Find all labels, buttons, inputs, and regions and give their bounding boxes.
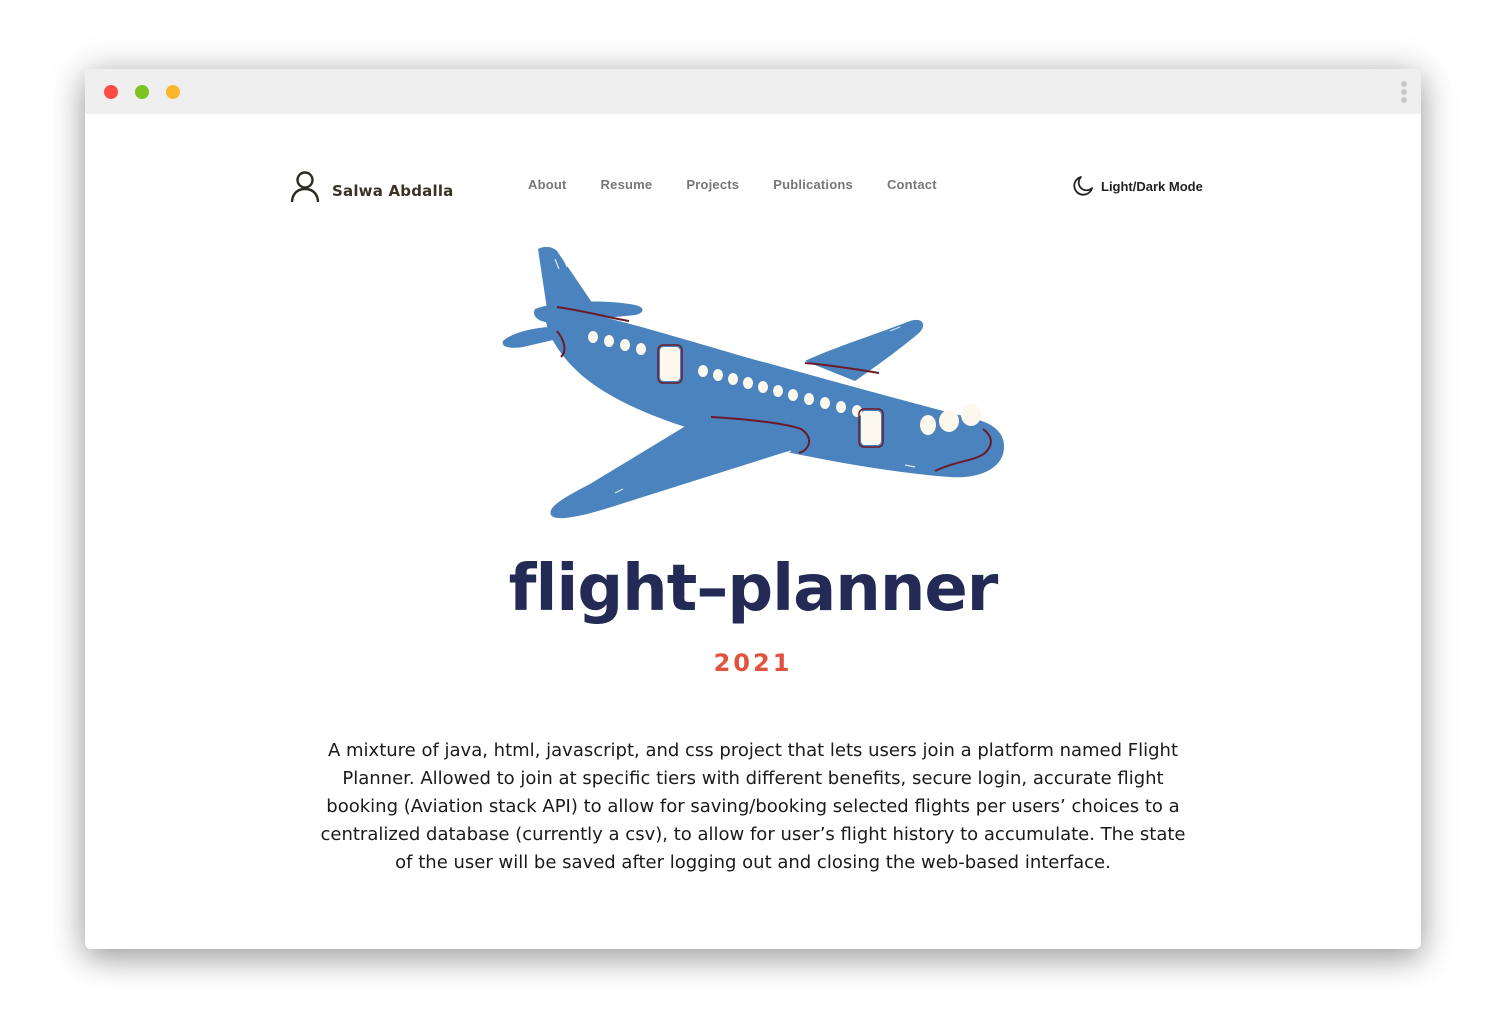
user-icon bbox=[290, 171, 320, 202]
nav-item-contact[interactable]: Contact bbox=[887, 177, 937, 192]
nav-item-projects[interactable]: Projects bbox=[686, 177, 739, 192]
brand-link[interactable]: Salwa Abdalla bbox=[290, 169, 453, 203]
kebab-menu-icon[interactable] bbox=[1401, 81, 1407, 105]
close-window-button[interactable] bbox=[104, 85, 118, 99]
project-title: flight–planner bbox=[508, 552, 999, 626]
project-year: 2021 bbox=[713, 649, 793, 677]
main-nav: About Resume Projects Publications Conta… bbox=[528, 177, 971, 192]
browser-window: Salwa Abdalla About Resume Projects Publ… bbox=[85, 69, 1421, 949]
project-description: A mixture of java, html, javascript, and… bbox=[320, 740, 1186, 873]
maximize-window-button[interactable] bbox=[166, 85, 180, 99]
moon-icon bbox=[1073, 176, 1093, 196]
theme-toggle-label: Light/Dark Mode bbox=[1101, 178, 1203, 194]
browser-titlebar bbox=[85, 69, 1421, 114]
airplane-illustration bbox=[502, 246, 1005, 519]
nav-item-publications[interactable]: Publications bbox=[773, 177, 853, 192]
brand-name: Salwa Abdalla bbox=[332, 182, 454, 200]
site-header: Salwa Abdalla About Resume Projects Publ… bbox=[85, 114, 1421, 214]
theme-toggle-button[interactable]: Light/Dark Mode bbox=[1072, 175, 1203, 197]
nav-item-about[interactable]: About bbox=[528, 177, 567, 192]
minimize-window-button[interactable] bbox=[135, 85, 149, 99]
nav-item-resume[interactable]: Resume bbox=[601, 177, 653, 192]
